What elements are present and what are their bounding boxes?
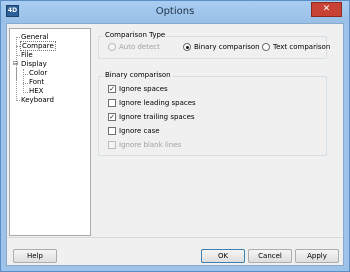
tree-item-label: Color	[29, 69, 48, 77]
tree-item-font[interactable]: Font	[29, 78, 44, 87]
title-bar[interactable]: 4D Options ✕	[1, 1, 349, 23]
ignore-blank-lines-label: Ignore blank lines	[119, 141, 182, 149]
tree-item-label: File	[21, 51, 33, 59]
comparison-type-group: Comparison Type Auto detect Binary compa…	[98, 31, 331, 59]
tree-item-color[interactable]: Color	[29, 69, 47, 78]
tree-item-keyboard[interactable]: Keyboard	[21, 96, 54, 105]
tree-item-label: Keyboard	[21, 96, 54, 104]
ignore-leading-spaces-checkbox[interactable]	[108, 99, 116, 107]
ignore-spaces-checkbox[interactable]: ✓	[108, 85, 116, 93]
binary-comparison-radio[interactable]	[183, 43, 191, 51]
ignore-case-label: Ignore case	[119, 127, 160, 135]
binary-comparison-title: Binary comparison	[103, 71, 173, 79]
text-comparison-label: Text comparison	[273, 43, 331, 51]
window-title: Options	[155, 6, 195, 17]
tree-item-label: General	[21, 33, 49, 41]
ignore-blank-lines-checkbox[interactable]	[108, 141, 116, 149]
tree-item-general[interactable]: General	[21, 33, 49, 42]
binary-comparison-group: Binary comparison ✓ Ignore spaces Ignore…	[98, 71, 327, 156]
ignore-trailing-spaces-label: Ignore trailing spaces	[119, 113, 195, 121]
tree-connector	[23, 74, 28, 75]
tree-connector	[16, 55, 20, 56]
close-button[interactable]: ✕	[311, 2, 342, 17]
auto-detect-radio[interactable]	[108, 43, 116, 51]
help-button[interactable]: Help	[13, 249, 57, 263]
tree-connector	[16, 67, 17, 101]
collapse-icon[interactable]: ⊟	[13, 61, 19, 67]
tree-connector	[23, 92, 28, 93]
tree-item-label: Font	[29, 78, 45, 86]
auto-detect-label: Auto detect	[119, 43, 160, 51]
apply-button[interactable]: Apply	[295, 249, 339, 263]
ignore-case-checkbox[interactable]	[108, 127, 116, 135]
tree-connector	[23, 83, 28, 84]
tree-item-label: Compare	[20, 41, 56, 51]
tree-connector	[16, 46, 20, 47]
category-tree[interactable]: General Compare File ⊟ Display Color Fon…	[9, 28, 91, 236]
tree-connector	[16, 37, 20, 38]
tree-item-hex[interactable]: HEX	[29, 87, 43, 96]
tree-item-label: HEX	[29, 87, 44, 95]
tree-item-file[interactable]: File	[21, 51, 33, 60]
tree-item-label: Display	[21, 60, 47, 68]
cancel-button[interactable]: Cancel	[248, 249, 292, 263]
comparison-type-title: Comparison Type	[103, 31, 168, 39]
tree-item-display[interactable]: Display	[21, 60, 47, 69]
options-window: 4D Options ✕ General Compare File ⊟ Disp…	[0, 0, 350, 272]
binary-comparison-label: Binary comparison	[194, 43, 260, 51]
ignore-leading-spaces-label: Ignore leading spaces	[119, 99, 196, 107]
ok-button[interactable]: OK	[201, 249, 245, 263]
footer-divider	[7, 237, 343, 238]
ignore-trailing-spaces-checkbox[interactable]: ✓	[108, 113, 116, 121]
ignore-spaces-label: Ignore spaces	[119, 85, 168, 93]
text-comparison-radio[interactable]	[262, 43, 270, 51]
tree-item-compare[interactable]: Compare	[20, 41, 56, 51]
tree-connector	[23, 69, 24, 93]
dialog-body: General Compare File ⊟ Display Color Fon…	[6, 23, 344, 266]
